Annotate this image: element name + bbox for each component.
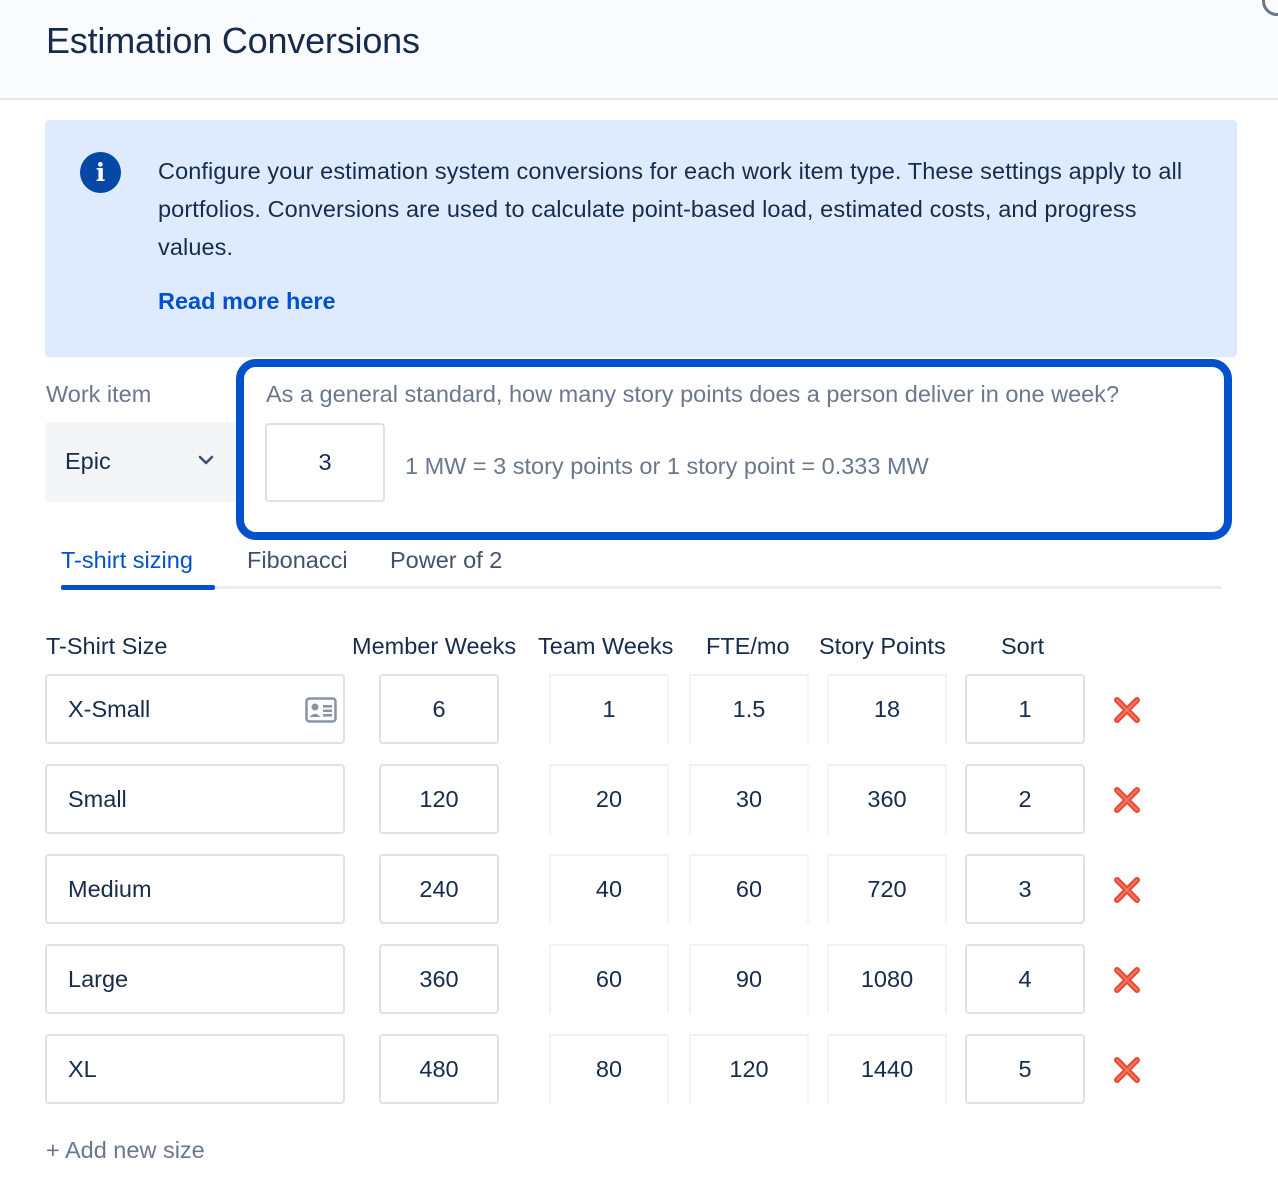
info-text: Configure your estimation system convers… [158,158,1183,260]
sort-input[interactable]: 4 [965,944,1085,1014]
delete-icon[interactable] [1111,874,1143,906]
delete-icon[interactable] [1111,694,1143,726]
active-tab-indicator [61,585,215,590]
header-story-points: Story Points [819,633,946,659]
tab-fibonacci[interactable]: Fibonacci [247,547,348,574]
member-weeks-input[interactable]: 6 [379,674,499,744]
page-header: Estimation Conversions [0,0,1278,100]
team-weeks-value: 40 [549,854,669,924]
delete-icon[interactable] [1111,784,1143,816]
story-points-value: 720 [827,854,947,924]
story-points-value: 18 [827,674,947,744]
member-weeks-input[interactable]: 480 [379,1034,499,1104]
header-sort: Sort [1001,633,1045,659]
header-team-weeks: Team Weeks [538,633,674,659]
fte-mo-value: 120 [689,1034,809,1104]
size-name-input[interactable]: Medium [45,854,345,924]
fte-mo-value: 60 [689,854,809,924]
header-fte-mo: FTE/mo [706,633,790,659]
story-points-value: 1440 [827,1034,947,1104]
header-member-weeks: Member Weeks [352,633,517,659]
sort-input[interactable]: 5 [965,1034,1085,1104]
size-name-input[interactable]: X-Small [45,674,345,744]
points-per-week-question: As a general standard, how many story po… [266,381,1120,407]
info-icon: i [80,152,121,193]
work-item-label: Work item [46,381,152,407]
tab-divider [61,586,1221,589]
size-name-input[interactable]: Large [45,944,345,1014]
sort-input[interactable]: 3 [965,854,1085,924]
delete-icon[interactable] [1111,964,1143,996]
member-weeks-input[interactable]: 360 [379,944,499,1014]
conversion-text: 1 MW = 3 story points or 1 story point =… [405,453,929,479]
header-t-shirt-size: T-Shirt Size [46,633,168,659]
team-weeks-value: 1 [549,674,669,744]
read-more-link[interactable]: Read more here [158,288,336,315]
tab-t-shirt-sizing[interactable]: T-shirt sizing [61,547,193,574]
fte-mo-value: 30 [689,764,809,834]
team-weeks-value: 80 [549,1034,669,1104]
member-weeks-input[interactable]: 240 [379,854,499,924]
contact-card-icon[interactable] [305,697,337,723]
size-name-input[interactable]: XL [45,1034,345,1104]
story-points-value: 360 [827,764,947,834]
size-name-input[interactable]: Small [45,764,345,834]
sort-input[interactable]: 2 [965,764,1085,834]
chevron-down-icon [198,455,214,465]
story-points-value: 1080 [827,944,947,1014]
work-item-select[interactable]: Epic [45,422,243,502]
add-new-size-link[interactable]: + Add new size [46,1137,205,1164]
team-weeks-value: 20 [549,764,669,834]
sort-input[interactable]: 1 [965,674,1085,744]
fte-mo-value: 1.5 [689,674,809,744]
page-title: Estimation Conversions [46,20,420,61]
points-per-week-input[interactable]: 3 [265,423,385,502]
delete-icon[interactable] [1111,1054,1143,1086]
work-item-value: Epic [65,448,111,474]
team-weeks-value: 60 [549,944,669,1014]
tab-power-of-2[interactable]: Power of 2 [390,547,502,574]
member-weeks-input[interactable]: 120 [379,764,499,834]
fte-mo-value: 90 [689,944,809,1014]
